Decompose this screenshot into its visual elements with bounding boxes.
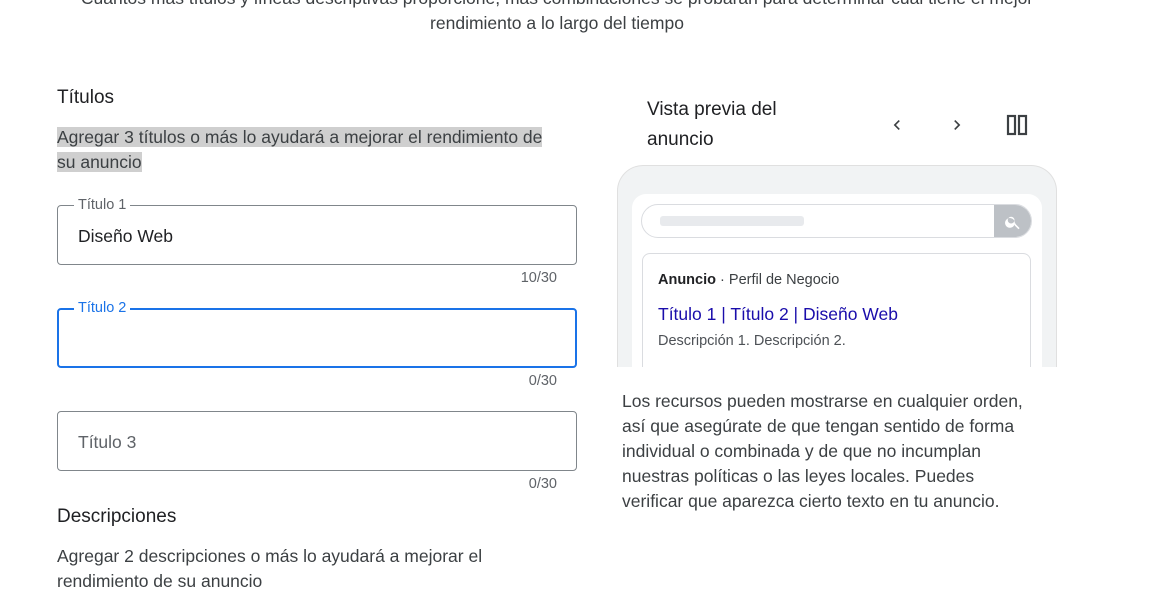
chevron-left-icon [893, 120, 900, 130]
headline-2-label: Título 2 [74, 300, 131, 316]
chevron-right-icon [954, 120, 961, 130]
disclaimer-line: nuestras políticas o las leyes locales. … [622, 466, 975, 486]
descriptions-helper-line-2: rendimiento de su anuncio [57, 571, 263, 591]
ad-headline: Título 1 | Título 2 | Diseño Web [658, 304, 898, 324]
headlines-title: Títulos [57, 87, 115, 108]
disclaimer-line: Los recursos pueden mostrarse en cualqui… [622, 391, 1023, 411]
ad-card: Anuncio · Perfil de Negocio Título 1 | T… [642, 253, 1031, 367]
descriptions-helper-line-1: Agregar 2 descripciones o más lo ayudará… [57, 546, 483, 566]
ad-preview-phone: Anuncio · Perfil de Negocio Título 1 | T… [617, 165, 1057, 367]
headline-2-field[interactable]: Título 2 [57, 300, 577, 368]
split-view-icon [1006, 114, 1028, 136]
headline-3-counter: 0/30 [528, 476, 557, 492]
search-icon [1004, 216, 1020, 230]
headlines-helper-line-2: su anuncio [57, 152, 142, 172]
headline-1-field[interactable]: Título 1 Diseño Web [57, 197, 577, 265]
headlines-helper-line-1: Agregar 3 títulos o más lo ayudará a mej… [57, 127, 543, 147]
disclaimer-line: individual o combinada y de que no incum… [622, 441, 981, 461]
ad-badge: Anuncio [658, 272, 716, 288]
ad-description: Descripción 1. Descripción 2. [658, 333, 846, 349]
disclaimer-line: así que asegúrate de que tengan sentido … [622, 416, 1015, 436]
ad-meta: Anuncio · Perfil de Negocio [658, 272, 839, 288]
headline-1-counter: 10/30 [520, 270, 557, 286]
ad-separator: · [720, 272, 725, 288]
disclaimer-text: Los recursos pueden mostrarse en cualqui… [622, 389, 1052, 514]
headlines-helper: Agregar 3 títulos o más lo ayudará a mej… [57, 125, 543, 175]
headline-1-value[interactable]: Diseño Web [78, 226, 173, 247]
layout-toggle-button[interactable] [1003, 111, 1031, 139]
next-preview-button[interactable] [943, 111, 971, 139]
intro-text: Cuantos más títulos y líneas descriptiva… [0, 0, 1114, 36]
preview-search-button [994, 205, 1031, 237]
preview-title: Vista previa del anuncio [647, 95, 777, 155]
headline-3-field[interactable]: Título 3 [57, 411, 577, 471]
preview-title-line-2: anuncio [647, 129, 714, 150]
ad-business-name: Perfil de Negocio [728, 272, 840, 288]
disclaimer-line: verificar que aparezca cierto texto en t… [622, 491, 1000, 511]
previous-preview-button[interactable] [883, 111, 911, 139]
preview-title-line-1: Vista previa del [647, 99, 777, 120]
intro-line-2: rendimiento a lo largo del tiempo [430, 13, 684, 33]
descriptions-title: Descripciones [57, 506, 177, 527]
headline-1-label: Título 1 [74, 197, 131, 213]
phone-screen: Anuncio · Perfil de Negocio Título 1 | T… [632, 194, 1042, 367]
headline-2-counter: 0/30 [528, 373, 557, 389]
search-placeholder-bar [660, 216, 804, 226]
intro-line-1: Cuantos más títulos y líneas descriptiva… [0, 0, 1114, 11]
preview-search-bar [641, 204, 1032, 238]
headline-3-placeholder: Título 3 [78, 432, 137, 452]
descriptions-helper: Agregar 2 descripciones o más lo ayudará… [57, 544, 482, 594]
